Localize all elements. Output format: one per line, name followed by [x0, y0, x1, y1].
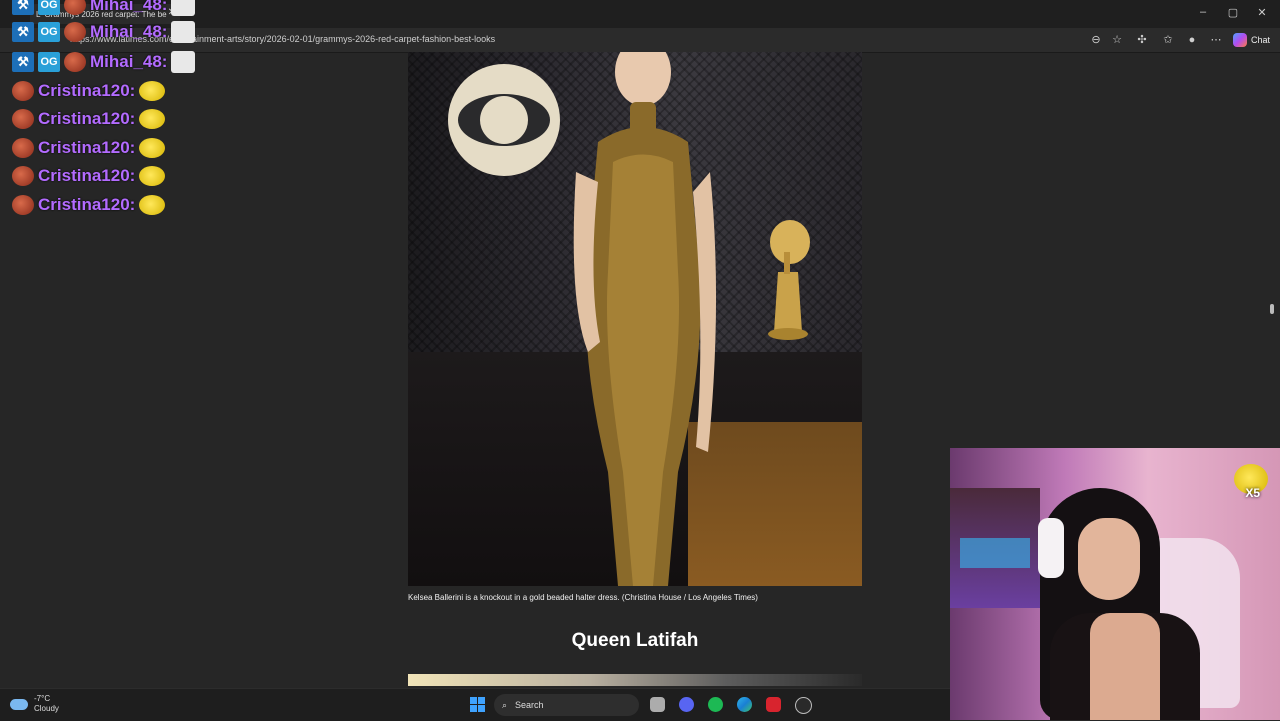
more-menu-icon[interactable]: ⋯ — [1209, 33, 1223, 47]
task-view-icon[interactable] — [650, 697, 665, 712]
mod-icon: ⚒ — [12, 0, 34, 15]
section-heading: Queen Latifah — [571, 630, 699, 651]
chat-message: ⚒ OG Mihai_48: — [12, 0, 196, 18]
search-label: Search — [515, 700, 544, 710]
og-badge: OG — [38, 52, 60, 72]
mod-icon: ⚒ — [12, 22, 34, 42]
chat-label: Chat — [1250, 35, 1270, 45]
mod-icon: ⚒ — [12, 52, 34, 72]
headset-icon — [1038, 518, 1064, 578]
cbs-logo — [448, 64, 560, 176]
cookie-badge-icon — [64, 52, 86, 72]
chat-username: Mihai_48: — [90, 52, 168, 71]
weather-widget[interactable]: -7°C Cloudy — [10, 694, 59, 714]
search-icon: ⌕ — [502, 699, 508, 710]
chat-message: ⚒ OG Mihai_48: — [12, 49, 196, 75]
yellow-emote-icon — [139, 109, 166, 129]
webcam-person-chest — [1090, 613, 1160, 720]
yellow-emote-icon — [139, 195, 166, 215]
streamer-webcam: X5 — [950, 448, 1280, 720]
cookie-badge-icon — [12, 138, 34, 158]
profile-avatar-icon[interactable]: ● — [1185, 33, 1199, 47]
chat-username: Mihai_48: — [90, 22, 168, 41]
article-photo — [408, 52, 862, 586]
extensions-icon[interactable]: ✣ — [1135, 33, 1149, 47]
cookie-badge-icon — [12, 195, 34, 215]
chat-message: Cristina120: — [12, 135, 166, 161]
photo-caption: Kelsea Ballerini is a knockout in a gold… — [408, 593, 758, 602]
edge-icon[interactable] — [737, 697, 752, 712]
chat-message: Cristina120: — [12, 106, 166, 132]
weather-temp: -7°C — [34, 694, 51, 703]
chat-message: Cristina120: — [12, 192, 166, 218]
chat-message: Cristina120: — [12, 78, 166, 104]
chat-username: Cristina120: — [38, 138, 136, 157]
chat-message: ⚒ OG Mihai_48: — [12, 19, 196, 45]
cookie-badge-icon — [12, 109, 34, 129]
yellow-emote-icon — [139, 81, 166, 101]
grammy-trophy-icon — [768, 220, 810, 340]
close-window-icon[interactable]: ✕ — [1252, 6, 1272, 19]
discord-icon[interactable] — [679, 697, 694, 712]
og-badge: OG — [38, 22, 60, 42]
chat-username: Cristina120: — [38, 109, 136, 128]
cat-emote-icon — [171, 0, 196, 16]
emote-count: X5 — [1245, 486, 1260, 500]
page-scrollbar[interactable] — [1270, 304, 1274, 314]
cloud-icon — [10, 698, 28, 710]
steam-icon[interactable] — [795, 697, 812, 714]
windows-taskbar: -7°C Cloudy ⌕ Search — [0, 688, 950, 721]
windows-start-icon[interactable] — [470, 697, 485, 712]
copilot-icon — [1232, 33, 1247, 47]
chat-username: Cristina120: — [38, 81, 136, 100]
app-red-icon[interactable] — [766, 697, 781, 712]
weather-desc: Cloudy — [34, 704, 59, 713]
copilot-chat-button[interactable]: Chat — [1232, 32, 1270, 48]
webcam-person-face — [1078, 518, 1140, 600]
chat-username: Cristina120: — [38, 195, 136, 214]
cookie-badge-icon — [64, 0, 86, 15]
cat-emote-icon — [171, 21, 196, 43]
taskbar-search[interactable]: ⌕ Search — [494, 694, 639, 716]
next-article-photo — [408, 674, 862, 686]
webcam-monitor — [960, 538, 1030, 568]
chat-username: Mihai_48: — [90, 0, 168, 14]
yellow-emote-icon — [139, 166, 166, 186]
photo-subject — [573, 52, 717, 586]
cookie-badge-icon — [12, 81, 34, 101]
og-badge: OG — [38, 0, 60, 15]
chat-username: Cristina120: — [38, 166, 136, 185]
cookie-badge-icon — [64, 22, 86, 42]
minimize-icon[interactable]: – — [1193, 6, 1213, 18]
favorite-star-icon[interactable]: ☆ — [1110, 33, 1124, 47]
chat-message: Cristina120: — [12, 163, 166, 189]
cookie-badge-icon — [12, 166, 34, 186]
yellow-emote-icon — [139, 138, 166, 158]
reader-icon[interactable]: ⊖ — [1089, 33, 1103, 47]
favorites-icon[interactable]: ✩ — [1161, 33, 1175, 47]
cat-emote-icon — [171, 51, 196, 73]
spotify-icon[interactable] — [708, 697, 723, 712]
maximize-icon[interactable]: ▢ — [1223, 6, 1243, 19]
